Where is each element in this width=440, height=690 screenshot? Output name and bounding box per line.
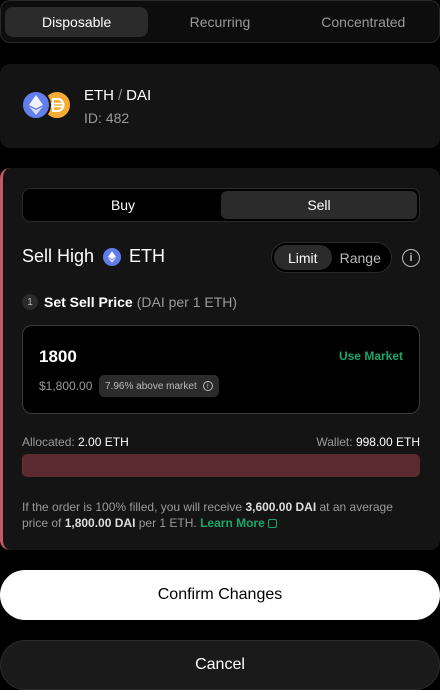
sell-price-input-box: 1800 Use Market $1,800.00 7.96% above ma… bbox=[22, 325, 420, 414]
order-title-prefix: Sell High bbox=[22, 246, 95, 266]
pair-id: ID: 482 bbox=[84, 110, 130, 126]
buy-sell-toggle: Buy Sell bbox=[22, 188, 420, 222]
step-unit: (DAI per 1 ETH) bbox=[136, 294, 238, 310]
allocated-value: 2.00 ETH bbox=[78, 435, 129, 449]
info-icon[interactable]: i bbox=[402, 249, 420, 267]
tab-sell[interactable]: Sell bbox=[221, 191, 417, 219]
strategy-tabs: Disposable Recurring Concentrated bbox=[0, 0, 440, 43]
pair-name: ETH / DAI bbox=[84, 87, 151, 104]
tab-recurring[interactable]: Recurring bbox=[148, 7, 291, 37]
summary-text-post: per 1 ETH. bbox=[135, 516, 201, 530]
summary-price: 1,800.00 DAI bbox=[64, 516, 136, 530]
tab-concentrated[interactable]: Concentrated bbox=[292, 7, 435, 37]
sell-price-input[interactable]: 1800 bbox=[39, 347, 77, 367]
limit-range-toggle: Limit Range bbox=[271, 242, 392, 273]
pair-card bbox=[0, 64, 440, 148]
summary-text-pre: If the order is 100% filled, you will re… bbox=[22, 500, 246, 514]
wallet-info: Wallet: 998.00 ETH bbox=[316, 435, 420, 449]
tab-disposable[interactable]: Disposable bbox=[5, 6, 149, 37]
wallet-label: Wallet: bbox=[316, 435, 353, 449]
external-link-icon bbox=[267, 519, 277, 528]
allocation-bar-fill bbox=[22, 454, 23, 477]
summary-amount: 3,600.00 DAI bbox=[245, 500, 317, 514]
tab-buy[interactable]: Buy bbox=[25, 191, 221, 219]
allocation-row: Allocated: 2.00 ETH Wallet: 998.00 ETH bbox=[22, 435, 420, 449]
step-header: 1 Set Sell Price (DAI per 1 ETH) bbox=[22, 294, 237, 310]
market-diff-badge: 7.96% above market i bbox=[99, 375, 219, 397]
learn-more-link[interactable]: Learn More bbox=[200, 516, 277, 530]
tab-range[interactable]: Range bbox=[332, 245, 390, 270]
market-diff-text: 7.96% above market bbox=[105, 380, 197, 392]
order-title-token: ETH bbox=[129, 246, 166, 266]
pair-quote: DAI bbox=[126, 87, 152, 104]
step-label: Set Sell Price bbox=[44, 294, 133, 310]
learn-more-label: Learn More bbox=[200, 516, 265, 530]
info-icon[interactable]: i bbox=[202, 381, 213, 391]
pair-base: ETH bbox=[84, 87, 114, 104]
allocation-bar[interactable] bbox=[22, 454, 420, 477]
price-usd-value: $1,800.00 bbox=[39, 379, 93, 393]
eth-icon bbox=[103, 247, 122, 266]
use-market-button[interactable]: Use Market bbox=[339, 349, 403, 363]
tab-limit[interactable]: Limit bbox=[274, 245, 332, 270]
wallet-value: 998.00 ETH bbox=[355, 435, 420, 449]
pair-separator: / bbox=[118, 87, 123, 104]
step-number: 1 bbox=[22, 294, 38, 310]
confirm-changes-button[interactable]: Confirm Changes bbox=[0, 570, 440, 620]
eth-icon bbox=[21, 90, 51, 120]
allocated-info: Allocated: 2.00 ETH bbox=[22, 435, 129, 449]
allocated-label: Allocated: bbox=[22, 435, 75, 449]
cancel-button[interactable]: Cancel bbox=[0, 640, 440, 690]
order-summary: If the order is 100% filled, you will re… bbox=[22, 499, 422, 531]
token-pair-icons bbox=[21, 90, 75, 122]
order-title: Sell High ETH bbox=[22, 246, 165, 267]
